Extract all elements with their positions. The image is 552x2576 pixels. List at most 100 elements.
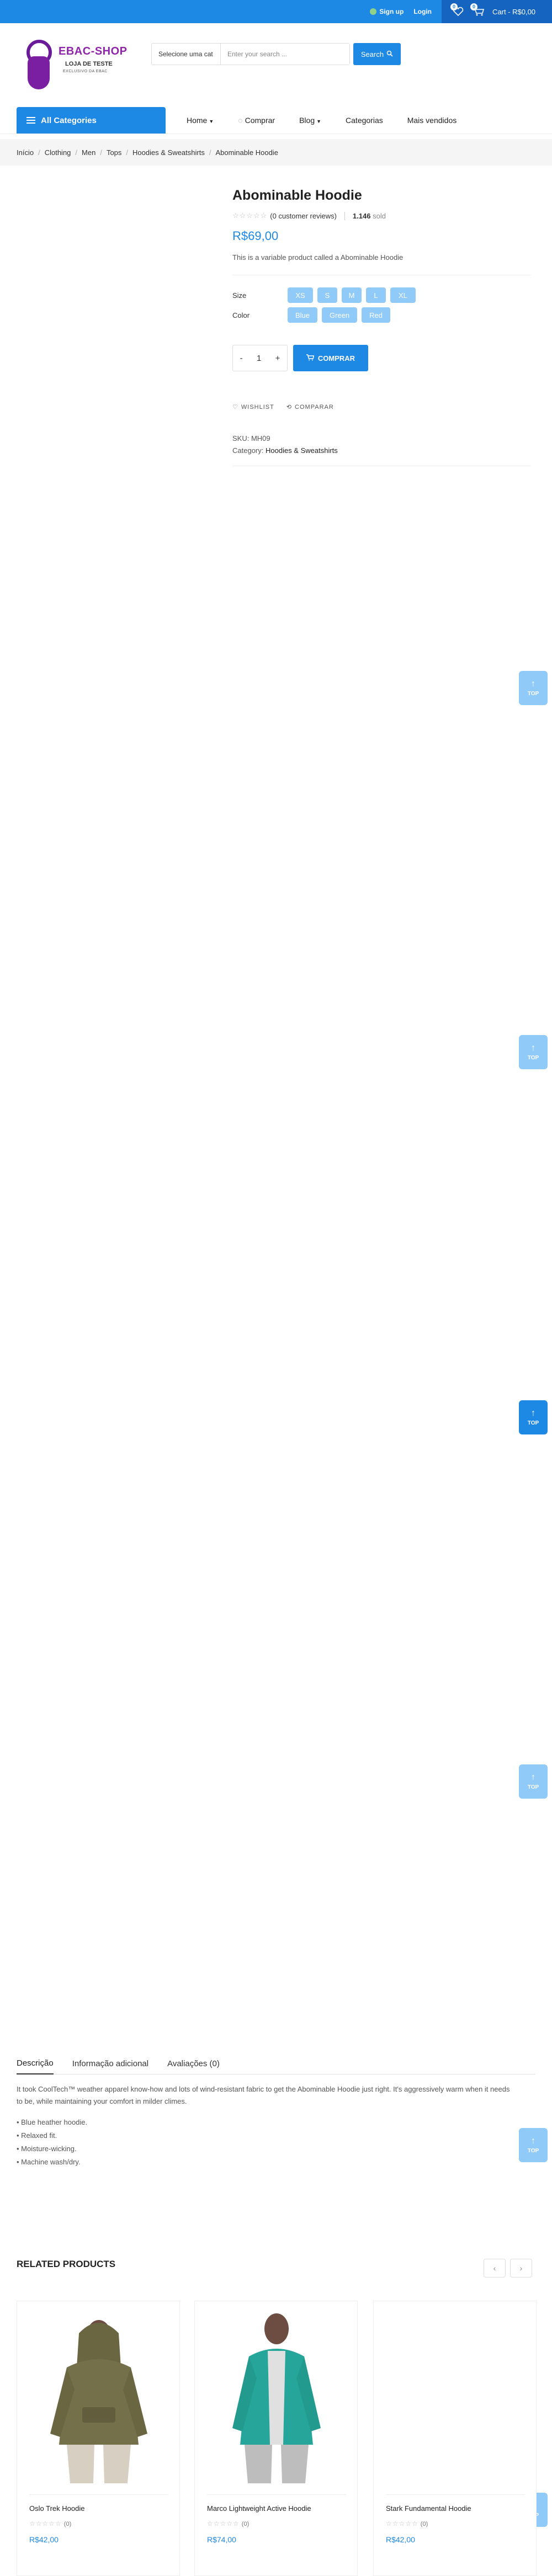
breadcrumb-separator: / (38, 148, 40, 157)
heart-icon: ♡ (232, 404, 238, 410)
review-count: (0) (420, 2521, 428, 2527)
product-price: R$42,00 (29, 2535, 59, 2544)
product-image[interactable] (206, 2307, 347, 2483)
arrow-up-icon: ↑ (531, 1772, 535, 1782)
breadcrumb-item[interactable]: Início (17, 148, 34, 157)
product-card[interactable]: Oslo Trek Hoodie ☆☆☆☆☆ (0) R$42,00 (17, 2301, 180, 2576)
arrow-up-icon: ↑ (531, 1408, 535, 1418)
nav-item-home[interactable]: Home ▼ (187, 116, 214, 125)
login-label: Login (413, 8, 432, 15)
site-logo[interactable]: EBAC-SHOP LOJA DE TESTE EXCLUSIVO DA EBA… (21, 34, 131, 106)
size-option-xs[interactable]: XS (288, 287, 313, 303)
plus-icon[interactable]: + (275, 354, 280, 363)
logo-title: EBAC-SHOP (59, 45, 128, 57)
breadcrumb-separator: / (75, 148, 78, 157)
color-label: Color (232, 311, 250, 319)
category-link[interactable]: Hoodies & Sweatshirts (266, 446, 338, 455)
buy-button[interactable]: COMPRAR (293, 345, 368, 371)
product-title: Abominable Hoodie (232, 188, 362, 203)
carousel-prev-button[interactable]: ‹ (484, 2259, 506, 2278)
logo-tagline: EXCLUSIVO DA EBAC (63, 70, 108, 73)
nav-item-blog[interactable]: Blog ▼ (299, 116, 321, 125)
breadcrumb-separator: / (209, 148, 211, 157)
compare-label: COMPARAR (295, 403, 334, 410)
rating-row: ☆☆☆☆☆ (0 customer reviews) 1.146 sold (232, 211, 530, 220)
product-image[interactable] (28, 2307, 169, 2483)
arrow-up-icon: ↑ (531, 2136, 535, 2146)
product-name[interactable]: Oslo Trek Hoodie (29, 2504, 84, 2513)
product-name[interactable]: Stark Fundamental Hoodie (386, 2504, 471, 2513)
sku-row: SKU: MH09 (232, 433, 530, 445)
wishlist-button[interactable]: ♡ WISHLIST (232, 403, 274, 411)
review-count: (0) (63, 2521, 72, 2527)
sku-label: SKU: (232, 434, 250, 442)
quantity-value[interactable]: 1 (257, 354, 261, 363)
caret-down-icon: ▼ (209, 119, 214, 124)
color-selector: Color Blue Green Red (232, 307, 530, 323)
size-option-s[interactable]: S (317, 287, 337, 303)
tab-descricao[interactable]: Descrição (17, 2052, 54, 2074)
top-bar-actions: Sign up Login 0 0 Cart - R$0,00 (370, 0, 552, 23)
heart-icon[interactable]: 0 (450, 3, 465, 17)
category-label: Category: (232, 446, 264, 455)
search-category-select[interactable]: Selecione uma cat (152, 44, 221, 65)
nav-item-comprar[interactable]: ◌ Comprar (238, 116, 275, 125)
color-option-green[interactable]: Green (322, 307, 358, 323)
top-label: TOP (527, 2147, 539, 2154)
color-option-red[interactable]: Red (362, 307, 391, 323)
signup-label: Sign up (379, 8, 404, 15)
star-rating-icon: ☆☆☆☆☆ (0) (29, 2520, 72, 2527)
buy-button-label: COMPRAR (317, 354, 355, 362)
breadcrumb-item[interactable]: Clothing (45, 148, 71, 157)
all-categories-button[interactable]: All Categories (17, 107, 166, 134)
compare-icon: ⟲ (286, 404, 293, 410)
cart-icon: 0 (470, 3, 485, 17)
scroll-top-button[interactable]: ↑TOP (519, 1035, 548, 1069)
product-price: R$42,00 (386, 2535, 415, 2544)
search-button[interactable]: Search (353, 43, 401, 65)
cart-button[interactable]: 0 0 Cart - R$0,00 (442, 0, 552, 23)
compare-button[interactable]: ⟲ COMPARAR (286, 403, 334, 411)
tab-avaliacoes[interactable]: Avaliações (0) (167, 2052, 220, 2074)
wishlist-label: WISHLIST (241, 403, 274, 410)
menu-icon (26, 117, 35, 124)
color-option-blue[interactable]: Blue (288, 307, 318, 323)
star-rating-icon: ☆☆☆☆☆ (232, 211, 268, 220)
review-count-link[interactable]: (0 customer reviews) (270, 212, 337, 220)
signup-link[interactable]: Sign up (370, 8, 404, 15)
divider (386, 2494, 525, 2495)
scroll-top-button[interactable]: ↑ TOP (519, 1764, 548, 1799)
nav-item-label: Blog (299, 116, 315, 125)
scroll-top-button[interactable]: ↑ TOP (519, 1400, 548, 1434)
add-to-cart-row: - 1 + COMPRAR (232, 345, 530, 371)
search-input[interactable] (221, 44, 349, 65)
divider (29, 2494, 168, 2495)
nav-item-categorias[interactable]: Categorias (346, 116, 383, 125)
login-link[interactable]: Login (413, 8, 432, 15)
product-card[interactable]: Stark Fundamental Hoodie ☆☆☆☆☆ (0) R$42,0… (373, 2301, 537, 2576)
product-name[interactable]: Marco Lightweight Active Hoodie (207, 2504, 311, 2513)
star-rating-icon: ☆☆☆☆☆ (0) (386, 2520, 428, 2527)
breadcrumb-item[interactable]: Hoodies & Sweatshirts (132, 148, 205, 157)
scroll-top-button[interactable]: ↑TOP (519, 2128, 548, 2162)
minus-icon[interactable]: - (240, 354, 243, 363)
tab-informacao-adicional[interactable]: Informação adicional (72, 2052, 148, 2074)
product-image[interactable] (385, 2307, 526, 2483)
top-label: TOP (527, 1420, 539, 1426)
breadcrumb: Início / Clothing / Men / Tops / Hoodies & S… (0, 139, 552, 166)
search-button-label: Search (360, 50, 384, 58)
sold-count: 1.146 sold (344, 211, 386, 220)
top-label: TOP (527, 1784, 539, 1790)
carousel-next-button[interactable]: › (510, 2259, 532, 2278)
top-label: TOP (527, 690, 539, 697)
size-option-l[interactable]: L (366, 287, 386, 303)
product-card[interactable]: Marco Lightweight Active Hoodie ☆☆☆☆☆ (0)… (194, 2301, 358, 2576)
nav-item-mais-vendidos[interactable]: Mais vendidos (407, 116, 457, 125)
size-option-m[interactable]: M (342, 287, 362, 303)
scroll-top-button[interactable]: ↑TOP (519, 671, 548, 705)
size-option-xl[interactable]: XL (390, 287, 416, 303)
nav-item-label: Comprar (245, 116, 275, 125)
breadcrumb-item[interactable]: Tops (107, 148, 121, 157)
breadcrumb-item[interactable]: Men (82, 148, 95, 157)
nav-item-label: Mais vendidos (407, 116, 457, 125)
